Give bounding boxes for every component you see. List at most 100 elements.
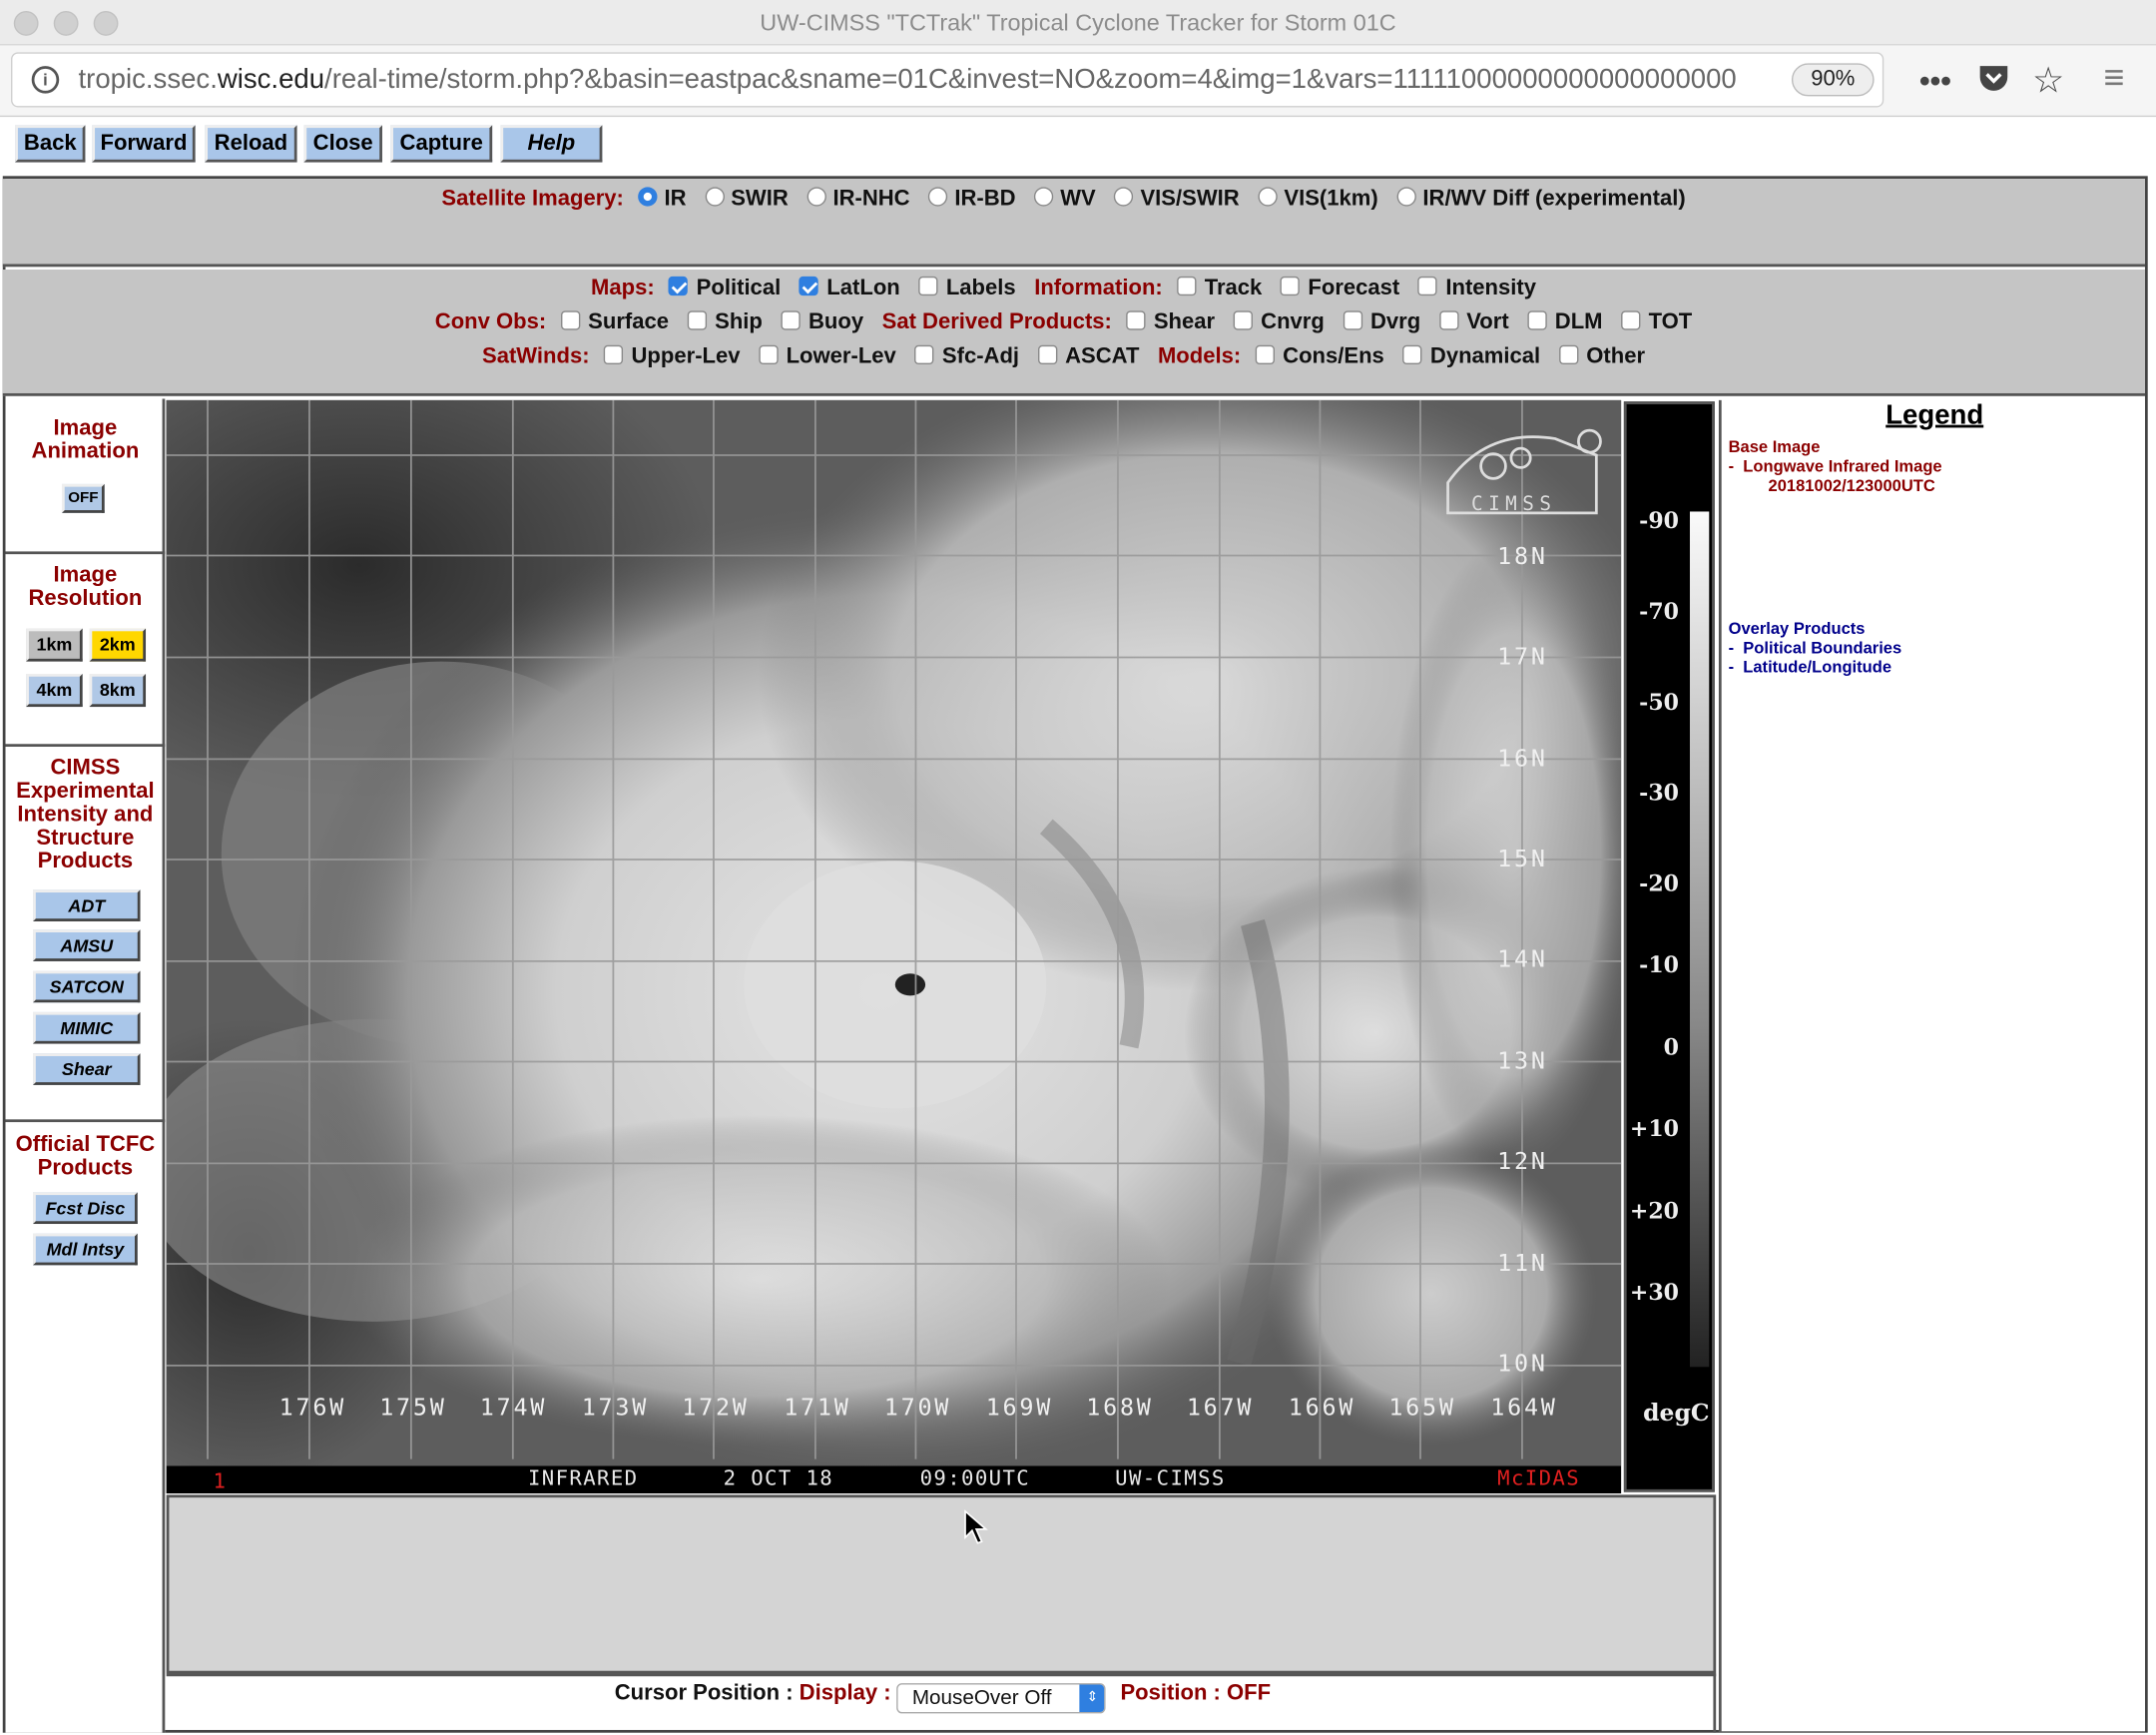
imagery-option-swir[interactable]: SWIR xyxy=(705,187,789,211)
browser-navbar: i tropic.ssec.wisc.edu/real-time/storm.p… xyxy=(0,45,2156,118)
legend-panel: Legend Base Image - Longwave Infrared Im… xyxy=(1718,399,2145,1732)
conv-buoy-checkbox[interactable]: Buoy xyxy=(781,310,863,334)
infrared-cloud-image: CIMSS 18N 17N 16N 15N 14N 13N 12N 11N 10… xyxy=(166,399,1622,1494)
lat-label: 10N xyxy=(1497,1349,1548,1377)
shear-button[interactable]: Shear xyxy=(33,1053,141,1085)
imagery-option-ir-wv-diff[interactable]: IR/WV Diff (experimental) xyxy=(1396,187,1686,211)
pocket-icon[interactable] xyxy=(1977,63,2010,102)
lon-label: 167W xyxy=(1187,1393,1254,1421)
url-bar[interactable]: i tropic.ssec.wisc.edu/real-time/storm.p… xyxy=(11,52,1885,108)
select-arrows-icon: ⇕ xyxy=(1079,1684,1105,1713)
legend-overlay-heading: Overlay Products xyxy=(1728,618,1866,639)
mdl-intsy-button[interactable]: Mdl Intsy xyxy=(33,1233,138,1266)
sat-tot-checkbox[interactable]: TOT xyxy=(1621,310,1692,334)
caption-source: UW-CIMSS xyxy=(1115,1466,1226,1490)
fcst-disc-button[interactable]: Fcst Disc xyxy=(33,1192,138,1225)
satellite-image[interactable]: CIMSS 18N 17N 16N 15N 14N 13N 12N 11N 10… xyxy=(166,399,1622,1494)
cursor-position-label: Cursor Position : xyxy=(614,1681,794,1706)
imagery-panel: Satellite Imagery: IR SWIR IR-NHC IR-BD … xyxy=(2,179,2145,268)
colorbar-label: +10 xyxy=(1629,1115,1679,1142)
colorbar-label: +30 xyxy=(1629,1279,1679,1306)
imagery-option-ir-nhc[interactable]: IR-NHC xyxy=(807,187,910,211)
amsu-button[interactable]: AMSU xyxy=(33,929,141,961)
url-text[interactable]: tropic.ssec.wisc.edu/real-time/storm.php… xyxy=(79,65,1784,97)
colorbar-label: -90 xyxy=(1639,507,1679,534)
legend-base-time: 20181002/123000UTC xyxy=(1768,475,1935,495)
zoom-level-badge[interactable]: 90% xyxy=(1791,63,1875,97)
map-latlon-checkbox[interactable]: LatLon xyxy=(799,276,900,299)
winds-models-row: SatWinds: Upper-Lev Lower-Lev Sfc-Adj AS… xyxy=(482,344,1646,369)
lon-label: 169W xyxy=(986,1393,1053,1421)
svg-text:CIMSS: CIMSS xyxy=(1471,492,1557,515)
lon-label: 164W xyxy=(1490,1393,1557,1421)
conv-ship-checkbox[interactable]: Ship xyxy=(687,310,763,334)
caption-type: INFRARED xyxy=(528,1466,639,1490)
imagery-row: Satellite Imagery: IR SWIR IR-NHC IR-BD … xyxy=(441,187,1686,211)
bookmark-star-icon[interactable]: ☆ xyxy=(2032,59,2064,102)
help-button[interactable]: Help xyxy=(500,125,603,163)
info-intensity-checkbox[interactable]: Intensity xyxy=(1417,276,1536,299)
winds-sfc-adj-checkbox[interactable]: Sfc-Adj xyxy=(914,344,1019,368)
res-2km-button[interactable]: 2km xyxy=(89,628,147,662)
lon-label: 175W xyxy=(379,1393,446,1421)
animation-toggle-button[interactable]: OFF xyxy=(61,483,105,513)
colorbar-gradient xyxy=(1690,511,1710,1368)
display-mode-select[interactable]: MouseOver Off ⇕ xyxy=(896,1683,1107,1714)
reload-button[interactable]: Reload xyxy=(205,125,297,163)
window-title: UW-CIMSS "TCTrak" Tropical Cyclone Track… xyxy=(760,9,1396,36)
colorbar-label: -30 xyxy=(1639,780,1679,807)
info-track-checkbox[interactable]: Track xyxy=(1177,276,1262,299)
cursor-position-row: Cursor Position : Display : MouseOver Of… xyxy=(166,1673,1717,1733)
lat-label: 17N xyxy=(1497,642,1548,670)
official-products-section: Official TCFC Products Fcst Disc Mdl Int… xyxy=(6,1122,166,1733)
res-1km-button[interactable]: 1km xyxy=(26,628,83,662)
close-button[interactable]: Close xyxy=(303,125,382,163)
lon-label: 168W xyxy=(1086,1393,1153,1421)
frame-number: 1 xyxy=(214,1469,228,1493)
map-labels-checkbox[interactable]: Labels xyxy=(918,276,1016,299)
winds-upper-checkbox[interactable]: Upper-Lev xyxy=(603,344,741,368)
info-forecast-checkbox[interactable]: Forecast xyxy=(1280,276,1399,299)
lat-label: 16N xyxy=(1497,744,1548,772)
res-4km-button[interactable]: 4km xyxy=(26,673,83,708)
res-8km-button[interactable]: 8km xyxy=(89,673,147,708)
legend-base-heading: Base Image xyxy=(1728,437,1821,457)
models-cons-ens-checkbox[interactable]: Cons/Ens xyxy=(1255,344,1384,368)
imagery-option-vis-1km[interactable]: VIS(1km) xyxy=(1258,187,1378,211)
models-other-checkbox[interactable]: Other xyxy=(1558,344,1645,368)
lon-label: 165W xyxy=(1388,1393,1455,1421)
sat-shear-checkbox[interactable]: Shear xyxy=(1126,310,1215,334)
adt-button[interactable]: ADT xyxy=(33,889,141,921)
lon-label: 166W xyxy=(1289,1393,1355,1421)
imagery-option-wv[interactable]: WV xyxy=(1034,187,1096,211)
sat-vort-checkbox[interactable]: Vort xyxy=(1438,310,1509,334)
back-button[interactable]: Back xyxy=(15,125,86,163)
sat-dlm-checkbox[interactable]: DLM xyxy=(1527,310,1603,334)
imagery-option-ir[interactable]: IR xyxy=(638,187,687,211)
legend-overlay-item: - Political Boundaries xyxy=(1728,638,1902,658)
capture-button[interactable]: Capture xyxy=(390,125,493,163)
imagery-option-ir-bd[interactable]: IR-BD xyxy=(928,187,1016,211)
maps-info-row: Maps: Political LatLon Labels Informatio… xyxy=(591,276,1537,300)
site-info-icon[interactable]: i xyxy=(31,66,60,94)
conv-surface-checkbox[interactable]: Surface xyxy=(560,310,669,334)
sat-dvrg-checkbox[interactable]: Dvrg xyxy=(1343,310,1420,334)
menu-icon[interactable]: ≡ xyxy=(2104,56,2125,99)
lon-label: 174W xyxy=(480,1393,547,1421)
winds-ascat-checkbox[interactable]: ASCAT xyxy=(1037,344,1139,368)
forward-button[interactable]: Forward xyxy=(92,125,196,163)
imagery-option-vis-swir[interactable]: VIS/SWIR xyxy=(1114,187,1240,211)
satcon-button[interactable]: SATCON xyxy=(33,970,141,1003)
colorbar-label: -20 xyxy=(1639,869,1679,897)
models-dynamical-checkbox[interactable]: Dynamical xyxy=(1402,344,1540,368)
resolution-section: Image Resolution 1km 2km 4km 8km xyxy=(5,554,166,748)
overlay-panel: Maps: Political LatLon Labels Informatio… xyxy=(2,269,2145,396)
more-actions-icon[interactable]: ••• xyxy=(1919,63,1951,99)
winds-lower-checkbox[interactable]: Lower-Lev xyxy=(759,344,896,368)
lat-label: 12N xyxy=(1497,1147,1548,1175)
mimic-button[interactable]: MIMIC xyxy=(33,1011,141,1044)
map-political-checkbox[interactable]: Political xyxy=(669,276,781,299)
sat-cnvrg-checkbox[interactable]: Cnvrg xyxy=(1233,310,1325,334)
legend-base-item: - Longwave Infrared Image xyxy=(1728,456,1942,476)
lat-label: 13N xyxy=(1497,1046,1548,1074)
